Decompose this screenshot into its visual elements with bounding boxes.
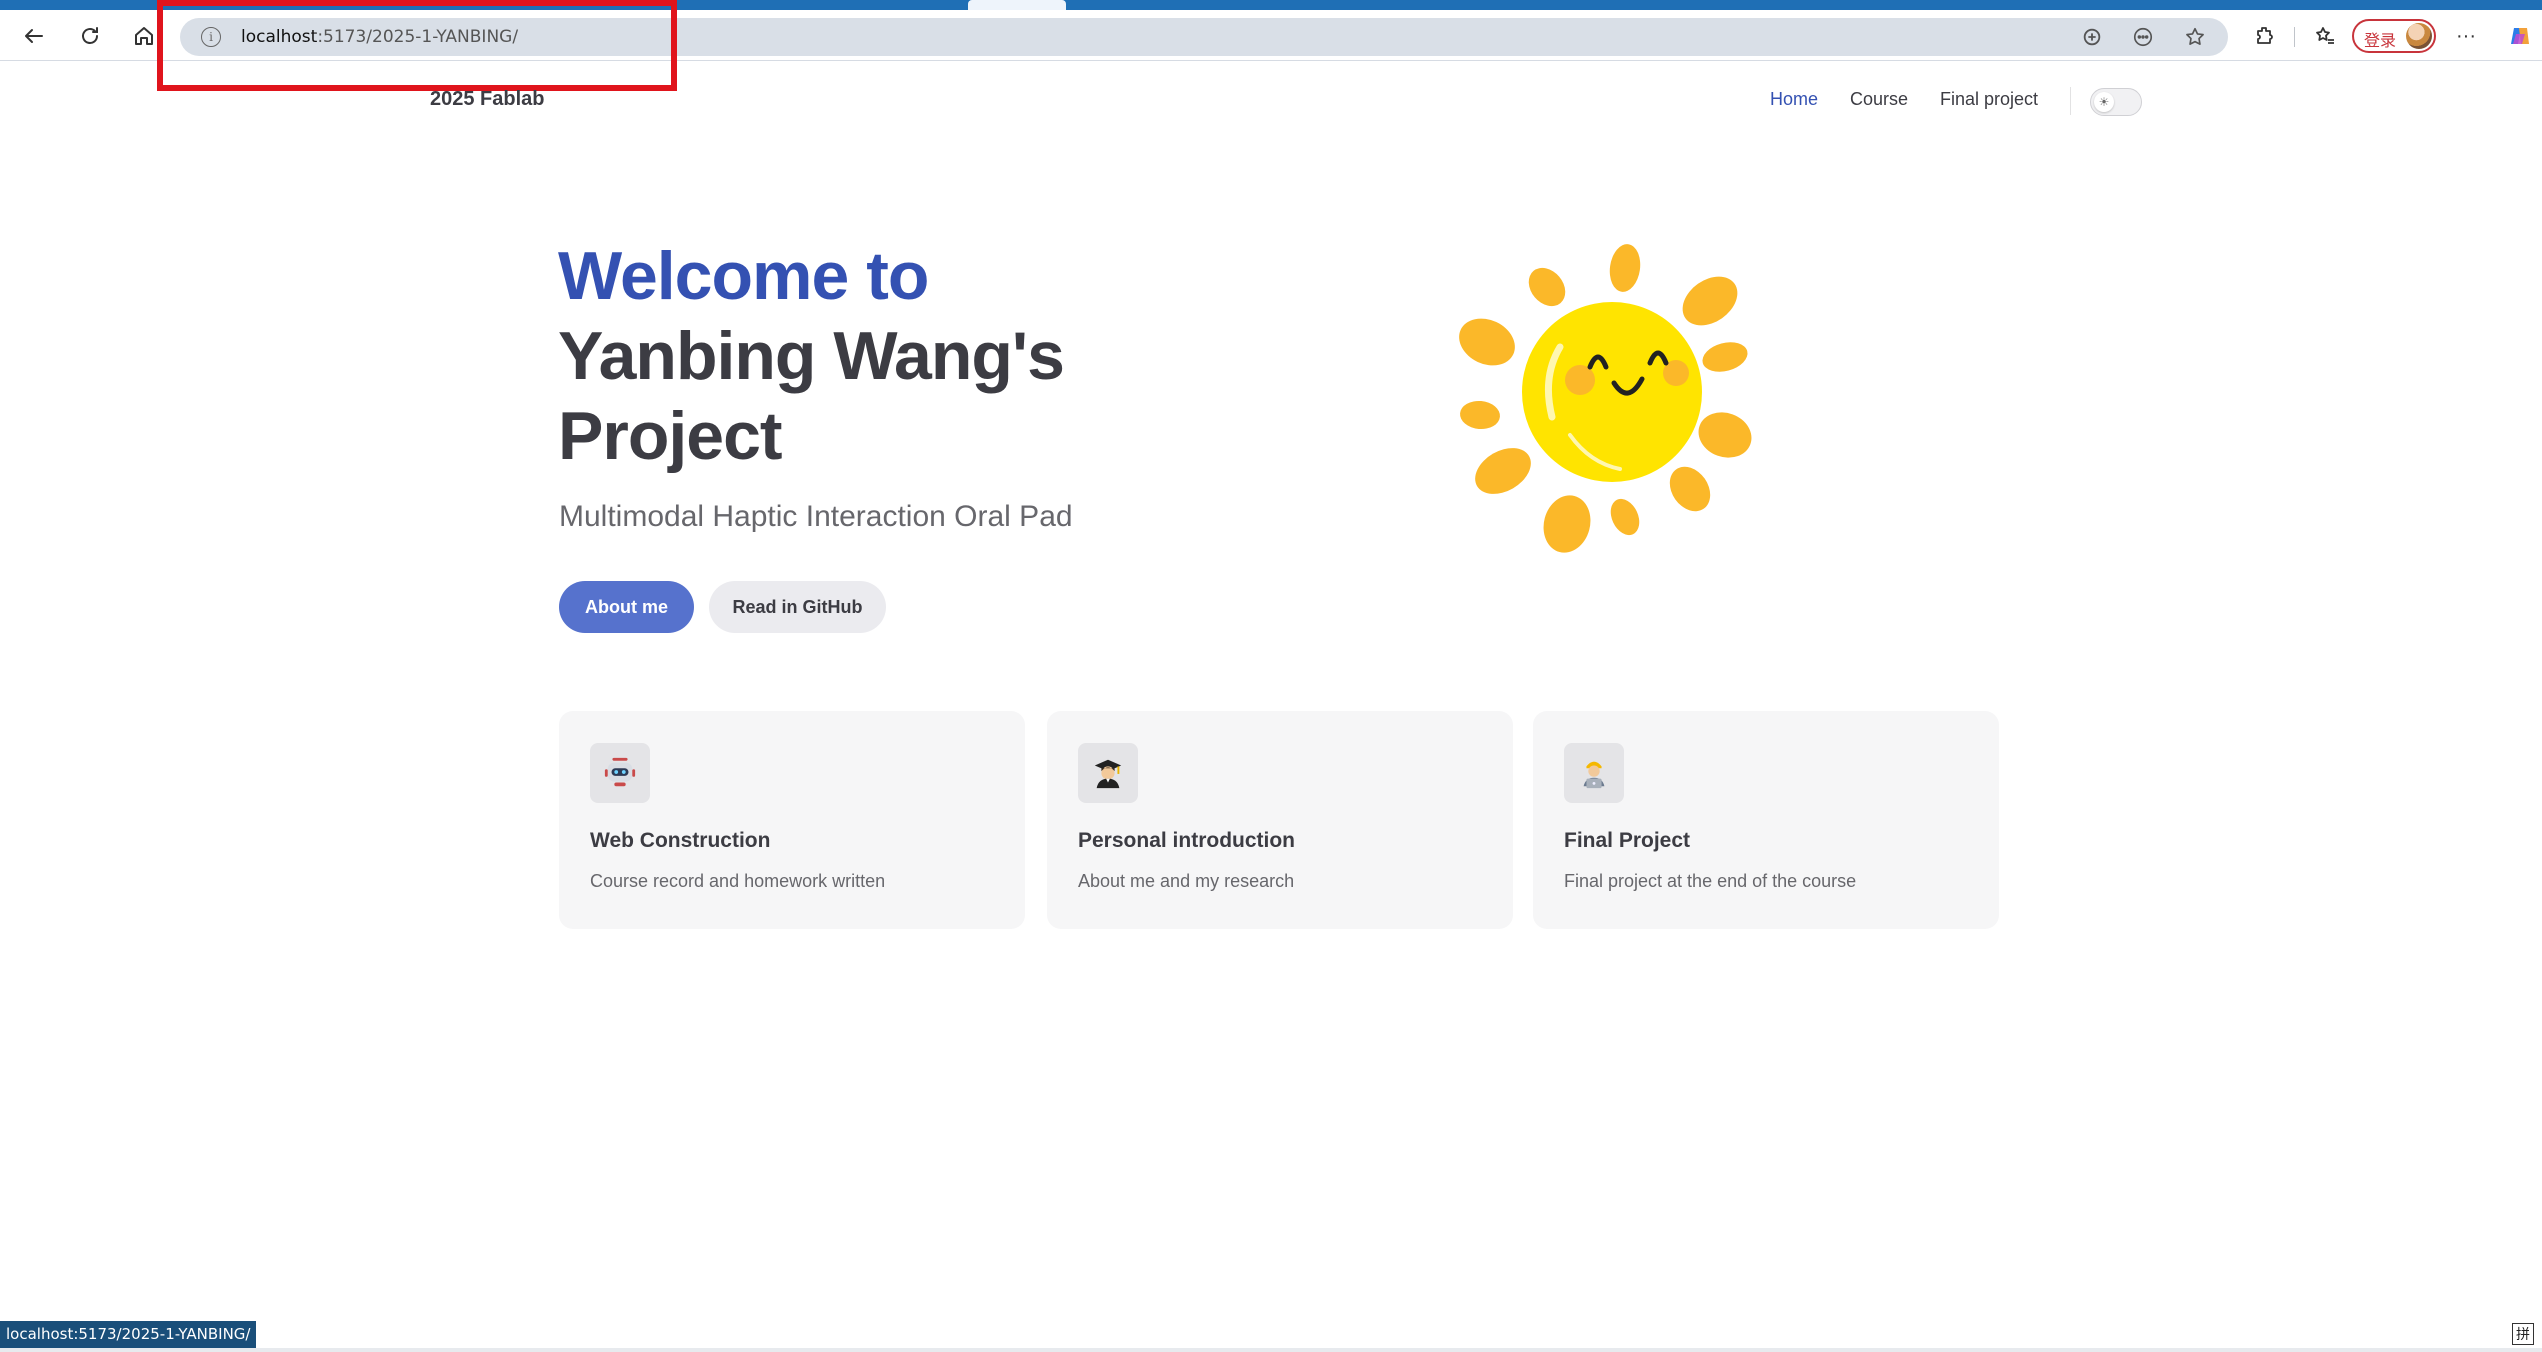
appearance-switch[interactable]: ☀ <box>2090 88 2142 116</box>
robot-icon <box>590 743 650 803</box>
site-title[interactable]: 2025 Fablab <box>430 88 545 111</box>
reader-options-icon[interactable] <box>2131 25 2155 49</box>
hero-tagline: Multimodal Haptic Interaction Oral Pad <box>559 500 1073 533</box>
feature-details: About me and my research <box>1078 871 1295 891</box>
graduate-icon <box>1078 743 1138 803</box>
feature-details: Course record and homework written <box>590 871 886 891</box>
worker-icon <box>1564 743 1624 803</box>
feature-title: Final Project <box>1564 829 1691 852</box>
hero-heading-line1: Welcome to <box>558 238 929 314</box>
hero-heading-line2: Yanbing Wang's <box>558 318 1065 394</box>
feature-title: Web Construction <box>590 829 771 852</box>
favorites-list-icon[interactable] <box>2307 18 2343 54</box>
favorite-star-icon[interactable] <box>2183 25 2207 49</box>
nav-course[interactable]: Course <box>1850 89 1908 110</box>
reload-icon[interactable] <box>72 18 108 54</box>
nav-final-project[interactable]: Final project <box>1940 89 2038 110</box>
back-icon[interactable] <box>16 18 52 54</box>
hero-heading-line3: Project <box>558 398 783 474</box>
ime-indicator: 拼 <box>2512 1323 2534 1345</box>
about-me-button[interactable]: About me <box>559 581 694 633</box>
copilot-icon[interactable] <box>2502 18 2538 54</box>
sun-icon: ☀ <box>2094 92 2114 112</box>
toolbar-divider <box>2294 27 2295 47</box>
more-menu-icon[interactable]: ··· <box>2448 18 2484 54</box>
nav-home[interactable]: Home <box>1770 89 1818 110</box>
profile-login-button[interactable]: 登录 <box>2352 19 2436 53</box>
bottom-edge <box>0 1348 2542 1352</box>
login-label: 登录 <box>2364 33 2397 50</box>
status-bar-url: localhost:5173/2025-1-YANBING/ <box>0 1321 257 1348</box>
translate-icon[interactable] <box>2080 25 2104 49</box>
address-highlight-box <box>157 0 677 91</box>
nav-divider <box>2070 87 2071 115</box>
read-in-github-button[interactable]: Read in GitHub <box>709 581 886 633</box>
feature-card-final-project[interactable]: Final Project Final project at the end o… <box>1533 711 1999 929</box>
feature-card-web-construction[interactable]: Web Construction Course record and homew… <box>559 711 1025 929</box>
hero-sun-image <box>1459 244 1752 553</box>
hero-heading: Welcome to Yanbing Wang's Project <box>558 236 1065 476</box>
extensions-icon[interactable] <box>2247 18 2283 54</box>
feature-card-personal-introduction[interactable]: Personal introduction About me and my re… <box>1047 711 1513 929</box>
feature-details: Final project at the end of the course <box>1564 871 1857 891</box>
active-tab[interactable] <box>968 0 1066 10</box>
feature-title: Personal introduction <box>1078 829 1296 852</box>
profile-avatar <box>2406 23 2432 49</box>
